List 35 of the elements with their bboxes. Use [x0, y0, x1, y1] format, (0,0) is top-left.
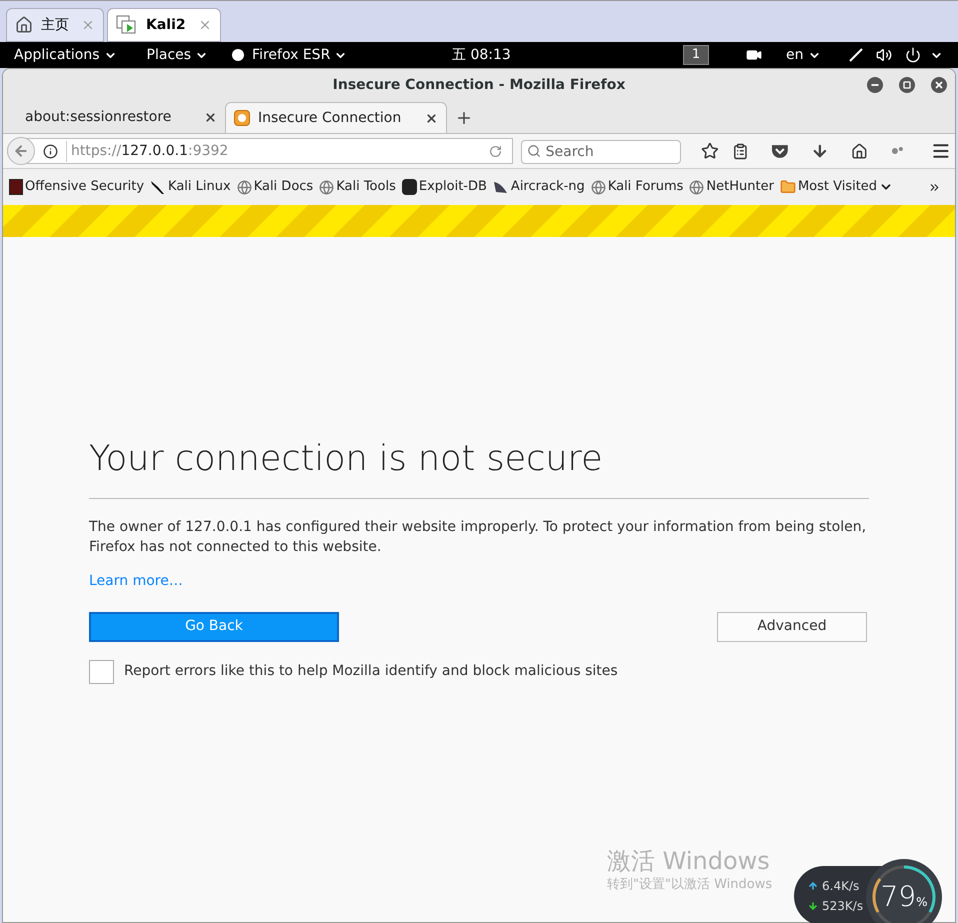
panel-menu[interactable]: Places [146, 44, 208, 66]
upload-speed: 6.4K/s [822, 878, 860, 895]
vm-tab[interactable]: Kali2 [107, 8, 221, 42]
error-heading: Your connection is not secure [89, 433, 869, 498]
bookmark-link[interactable]: Exploit-DB [418, 177, 487, 197]
language-menu[interactable]: en [786, 44, 820, 66]
activation-title: 激活 Windows [607, 847, 771, 875]
error-description: The owner of 127.0.0.1 has configured their website improperly. To protect your information from being stolen, Firefox has not connected to this website. [89, 518, 868, 556]
vm-tab-label: Kali2 [146, 16, 186, 34]
bookmark-link[interactable]: Most Visited [798, 177, 878, 197]
download-speed: 523K/s [822, 898, 864, 915]
browser-tab[interactable]: about:sessionrestore [3, 102, 225, 133]
gauge-percent: 79 [880, 879, 916, 915]
bookmark-link[interactable]: Offensive Security [25, 177, 144, 197]
bookmark-link[interactable]: Kali Linux [168, 177, 231, 197]
vm-tab-label: 主页 [41, 16, 69, 34]
panel-menu[interactable]: Firefox ESR [232, 44, 348, 66]
vm-tab[interactable]: 主页 [6, 8, 104, 42]
gauge-unit: % [916, 894, 928, 911]
panel-clock[interactable]: 五 08:13 [452, 44, 511, 66]
browser-tab[interactable]: Insecure Connection [225, 102, 447, 133]
bookmark-link[interactable]: Aircrack-ng [510, 177, 585, 197]
bookmark-link[interactable]: Kali Forums [608, 177, 684, 197]
bookmark-link[interactable]: NetHunter [706, 177, 774, 197]
tab-title: Insecure Connection [258, 108, 402, 128]
search-field[interactable]: Search [520, 140, 681, 164]
workspace-indicator[interactable]: 1 [683, 45, 709, 65]
window-title: Insecure Connection - Mozilla Firefox [332, 76, 626, 94]
bookmark-link[interactable]: Kali Tools [336, 177, 396, 197]
bookmark-link[interactable]: Kali Docs [254, 177, 314, 197]
activation-subtitle: 转到"设置"以激活 Windows [607, 876, 772, 894]
tab-title: about:sessionrestore [25, 108, 172, 127]
advanced-button[interactable]: Advanced [717, 612, 867, 642]
panel-menu[interactable]: Applications [14, 44, 117, 66]
report-label: Report errors like this to help Mozilla identify and block malicious sites [124, 662, 618, 681]
